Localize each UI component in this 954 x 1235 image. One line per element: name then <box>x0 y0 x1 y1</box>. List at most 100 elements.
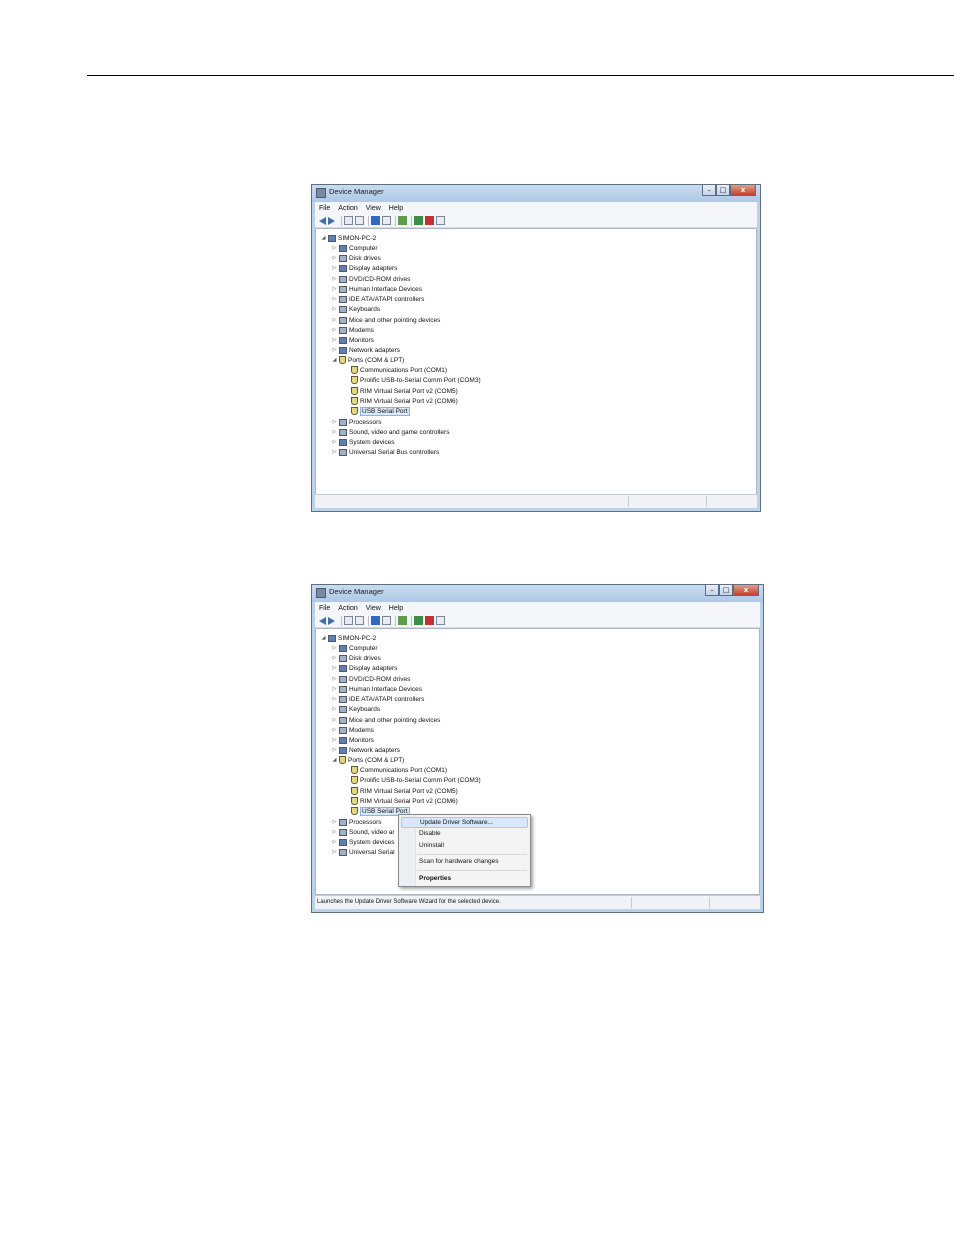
tree-item-ports[interactable]: ◢ Ports (COM & LPT) <box>331 355 404 365</box>
tree-item-system-devices[interactable]: ▷ System devices <box>331 437 395 447</box>
close-button[interactable]: x <box>730 185 756 196</box>
tree-item-com3[interactable]: Prolific USB-to-Serial Comm Port (COM3) <box>350 775 481 785</box>
tree-item-com1[interactable]: Communications Port (COM1) <box>350 365 447 375</box>
tree-item-network-adapters[interactable]: ▷ Network adapters <box>331 345 400 355</box>
disable-icon[interactable] <box>436 216 445 225</box>
tree-item-usb-controllers[interactable]: ▷ Universal Serial Bus controllers <box>331 447 439 457</box>
tree-item-ide[interactable]: ▷ IDE ATA/ATAPI controllers <box>331 694 424 704</box>
menu-item-uninstall[interactable]: Uninstall <box>419 842 444 849</box>
expand-arrow-icon[interactable]: ▷ <box>331 655 338 661</box>
tree-item-com6[interactable]: RIM Virtual Serial Port v2 (COM6) <box>350 796 458 806</box>
tree-item-modems[interactable]: ▷ Modems <box>331 725 374 735</box>
tree-item-com5[interactable]: RIM Virtual Serial Port v2 (COM5) <box>350 386 458 396</box>
tree-item-hid[interactable]: ▷ Human Interface Devices <box>331 284 422 294</box>
expand-arrow-icon[interactable]: ▷ <box>331 676 338 682</box>
collapse-arrow-icon[interactable]: ◢ <box>331 357 338 363</box>
tree-item-mice[interactable]: ▷ Mice and other pointing devices <box>331 715 440 725</box>
menu-view[interactable]: View <box>362 605 385 612</box>
menu-file[interactable]: File <box>315 205 334 212</box>
expand-arrow-icon[interactable]: ▷ <box>331 706 338 712</box>
expand-arrow-icon[interactable]: ▷ <box>331 286 338 292</box>
collapse-arrow-icon[interactable]: ◢ <box>320 235 327 241</box>
expand-arrow-icon[interactable]: ▷ <box>331 439 338 445</box>
forward-icon[interactable] <box>328 616 337 625</box>
tree-item-display-adapters[interactable]: ▷ Display adapters <box>331 263 397 273</box>
expand-arrow-icon[interactable]: ▷ <box>331 429 338 435</box>
tree-item-keyboards[interactable]: ▷ Keyboards <box>331 304 380 314</box>
menu-item-disable[interactable]: Disable <box>419 830 441 837</box>
menu-file[interactable]: File <box>315 605 334 612</box>
tree-item-monitors[interactable]: ▷ Monitors <box>331 735 374 745</box>
tree-item-system-devices[interactable]: ▷ System devices <box>331 837 395 847</box>
expand-arrow-icon[interactable]: ▷ <box>331 347 338 353</box>
collapse-arrow-icon[interactable]: ◢ <box>320 635 327 641</box>
expand-arrow-icon[interactable]: ▷ <box>331 819 338 825</box>
properties-icon[interactable] <box>355 216 364 225</box>
tree-item-dvd-drives[interactable]: ▷ DVD/CD-ROM drives <box>331 274 410 284</box>
tree-item-dvd-drives[interactable]: ▷ DVD/CD-ROM drives <box>331 674 410 684</box>
menu-item-scan-hardware[interactable]: Scan for hardware changes <box>419 858 499 865</box>
menu-help[interactable]: Help <box>385 605 407 612</box>
tree-item-keyboards[interactable]: ▷ Keyboards <box>331 704 380 714</box>
expand-arrow-icon[interactable]: ▷ <box>331 245 338 251</box>
menu-view[interactable]: View <box>362 205 385 212</box>
expand-arrow-icon[interactable]: ▷ <box>331 645 338 651</box>
update-driver-icon[interactable] <box>414 216 423 225</box>
expand-arrow-icon[interactable]: ▷ <box>331 665 338 671</box>
expand-arrow-icon[interactable]: ▷ <box>331 265 338 271</box>
menu-item-update-driver[interactable]: Update Driver Software... <box>401 817 528 828</box>
expand-arrow-icon[interactable]: ▷ <box>331 849 338 855</box>
expand-arrow-icon[interactable]: ▷ <box>331 727 338 733</box>
tree-item-modems[interactable]: ▷ Modems <box>331 325 374 335</box>
tree-root[interactable]: ◢ SIMON-PC-2 <box>320 633 376 643</box>
forward-icon[interactable] <box>328 216 337 225</box>
tree-item-sound[interactable]: ▷ Sound, video ar <box>331 827 395 837</box>
menu-help[interactable]: Help <box>385 205 407 212</box>
expand-arrow-icon[interactable]: ▷ <box>331 337 338 343</box>
tree-item-ide[interactable]: ▷ IDE ATA/ATAPI controllers <box>331 294 424 304</box>
maximize-button[interactable]: □ <box>719 585 733 596</box>
tree-item-display-adapters[interactable]: ▷ Display adapters <box>331 663 397 673</box>
minimize-button[interactable]: – <box>705 585 719 596</box>
menu-item-properties[interactable]: Properties <box>419 875 451 882</box>
tree-item-computer[interactable]: ▷ Computer <box>331 243 378 253</box>
expand-arrow-icon[interactable]: ▷ <box>331 296 338 302</box>
close-button[interactable]: x <box>733 585 759 596</box>
help-icon[interactable] <box>371 616 380 625</box>
expand-arrow-icon[interactable]: ▷ <box>331 686 338 692</box>
tree-item-com6[interactable]: RIM Virtual Serial Port v2 (COM6) <box>350 396 458 406</box>
expand-arrow-icon[interactable]: ▷ <box>331 747 338 753</box>
tree-item-computer[interactable]: ▷ Computer <box>331 643 378 653</box>
expand-arrow-icon[interactable]: ▷ <box>331 276 338 282</box>
expand-arrow-icon[interactable]: ▷ <box>331 737 338 743</box>
update-driver-icon[interactable] <box>414 616 423 625</box>
expand-arrow-icon[interactable]: ▷ <box>331 839 338 845</box>
minimize-button[interactable]: – <box>702 185 716 196</box>
tree-item-com1[interactable]: Communications Port (COM1) <box>350 765 447 775</box>
expand-arrow-icon[interactable]: ▷ <box>331 449 338 455</box>
disable-icon[interactable] <box>436 616 445 625</box>
uninstall-icon[interactable] <box>425 616 434 625</box>
tree-item-hid[interactable]: ▷ Human Interface Devices <box>331 684 422 694</box>
tree-item-mice[interactable]: ▷ Mice and other pointing devices <box>331 315 440 325</box>
expand-arrow-icon[interactable]: ▷ <box>331 717 338 723</box>
properties-icon[interactable] <box>355 616 364 625</box>
view-icon[interactable] <box>382 616 391 625</box>
tree-item-com5[interactable]: RIM Virtual Serial Port v2 (COM5) <box>350 786 458 796</box>
show-hide-tree-icon[interactable] <box>344 616 353 625</box>
expand-arrow-icon[interactable]: ▷ <box>331 327 338 333</box>
uninstall-icon[interactable] <box>425 216 434 225</box>
tree-root[interactable]: ◢ SIMON-PC-2 <box>320 233 376 243</box>
menu-action[interactable]: Action <box>334 205 361 212</box>
view-icon[interactable] <box>382 216 391 225</box>
expand-arrow-icon[interactable]: ▷ <box>331 829 338 835</box>
expand-arrow-icon[interactable]: ▷ <box>331 306 338 312</box>
tree-item-monitors[interactable]: ▷ Monitors <box>331 335 374 345</box>
expand-arrow-icon[interactable]: ▷ <box>331 419 338 425</box>
help-icon[interactable] <box>371 216 380 225</box>
tree-item-disk-drives[interactable]: ▷ Disk drives <box>331 253 381 263</box>
tree-item-processors[interactable]: ▷ Processors <box>331 417 382 427</box>
show-hide-tree-icon[interactable] <box>344 216 353 225</box>
maximize-button[interactable]: □ <box>716 185 730 196</box>
tree-item-com3[interactable]: Prolific USB-to-Serial Comm Port (COM3) <box>350 375 481 385</box>
